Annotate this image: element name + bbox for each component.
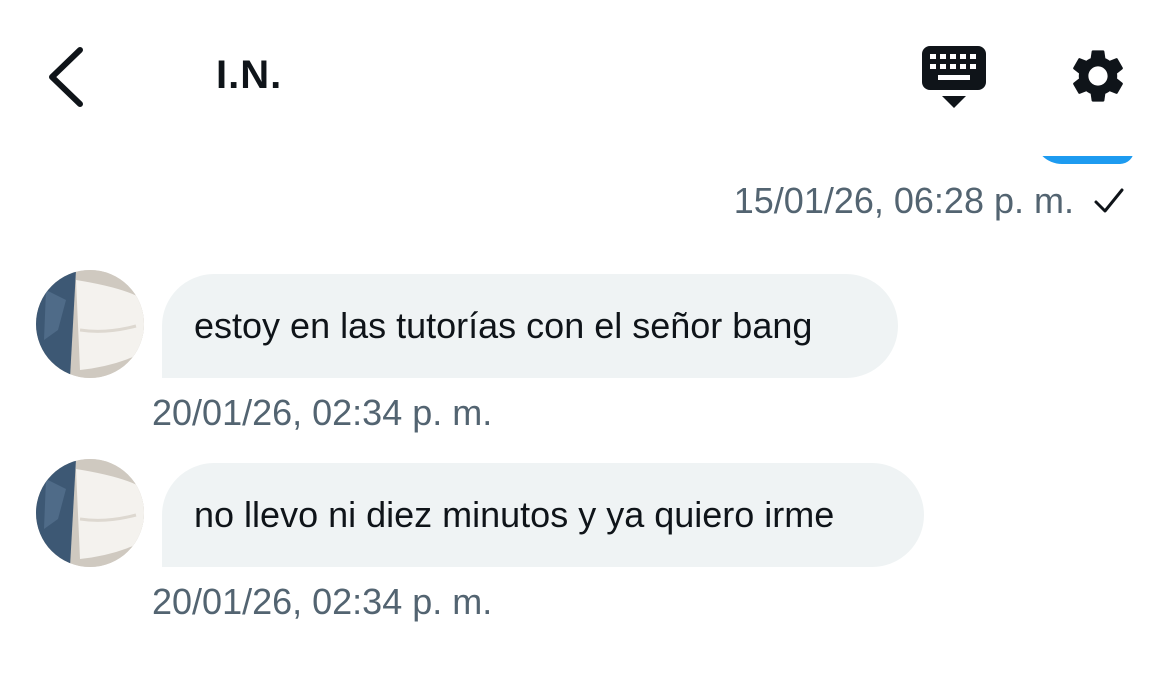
message-timestamp: 20/01/26, 02:34 p. m.: [152, 392, 493, 433]
received-message-bubble[interactable]: no llevo ni diez minutos y ya quiero irm…: [162, 463, 924, 567]
sent-message-timestamp: 15/01/26, 06:28 p. m.: [733, 180, 1074, 221]
avatar[interactable]: [36, 270, 144, 378]
settings-button[interactable]: [1066, 44, 1130, 108]
avatar-image: [36, 270, 144, 378]
checkmark-icon: [1094, 188, 1124, 213]
message-timestamp: 20/01/26, 02:34 p. m.: [152, 581, 493, 622]
message-text: estoy en las tutorías con el señor bang: [194, 305, 813, 346]
gear-icon: [1073, 50, 1123, 102]
conversation-header: I.N.: [0, 0, 1170, 150]
chevron-left-icon: [49, 47, 83, 107]
received-message-bubble[interactable]: estoy en las tutorías con el señor bang: [162, 274, 898, 378]
back-button[interactable]: [36, 40, 96, 112]
avatar[interactable]: [36, 459, 144, 567]
conversation-title[interactable]: I.N.: [216, 50, 282, 100]
keyboard-button[interactable]: [918, 44, 990, 110]
keyboard-icon: [922, 46, 986, 108]
avatar-image: [36, 459, 144, 567]
sent-message-meta: 15/01/26, 06:28 p. m.: [734, 178, 1126, 224]
message-text: no llevo ni diez minutos y ya quiero irm…: [194, 494, 835, 535]
